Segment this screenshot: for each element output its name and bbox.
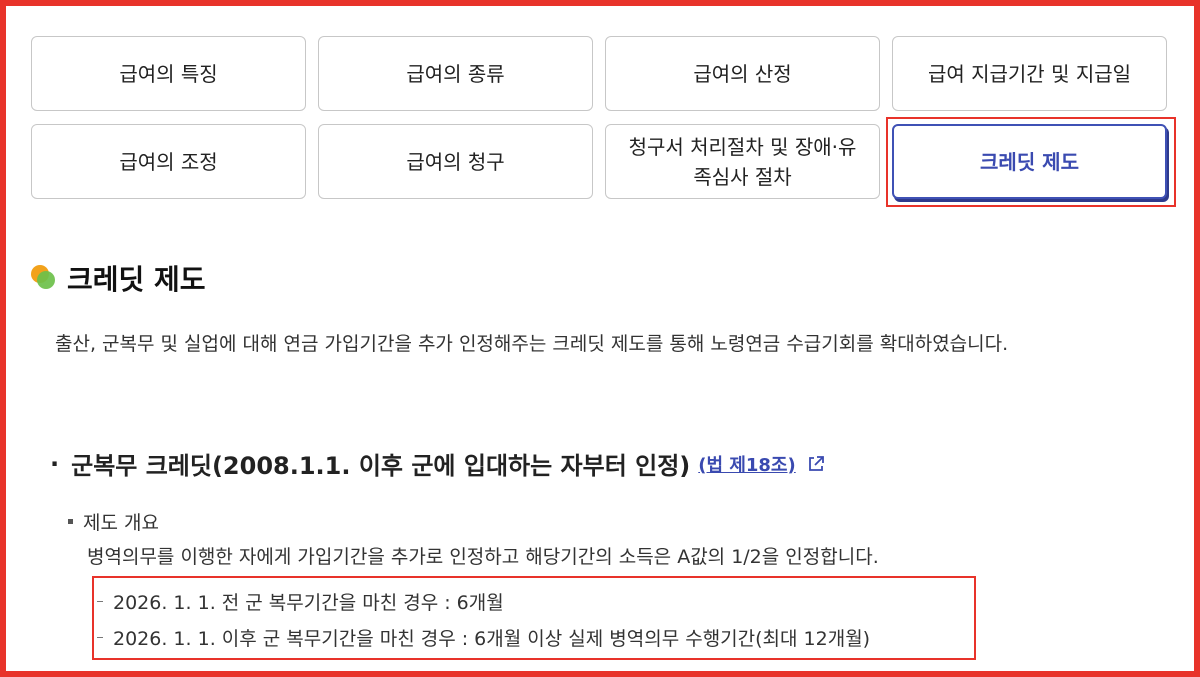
tab-label: 급여의 조정 — [119, 149, 218, 174]
dash-bullet-icon — [97, 601, 103, 602]
tab-benefit-adjustment[interactable]: 급여의 조정 — [31, 124, 306, 199]
overview-label-text: 제도 개요 — [83, 512, 159, 534]
benefit-tab-grid: 급여의 특징 급여의 종류 급여의 산정 급여 지급기간 및 지급일 급여의 조… — [31, 36, 1169, 199]
subsection-title: 군복무 크레딧(2008.1.1. 이후 군에 입대하는 자부터 인정) — [71, 452, 691, 480]
detail-item-text: 2026. 1. 1. 이후 군 복무기간을 마친 경우 : 6개월 이상 실제… — [113, 628, 871, 650]
overview-description: 병역의무를 이행한 자에게 가입기간을 추가로 인정하고 해당기간의 소득은 A… — [87, 546, 879, 568]
bullet-dots-icon — [31, 265, 57, 291]
square-bullet-icon — [68, 519, 73, 524]
tab-label: 급여의 청구 — [406, 149, 505, 174]
detail-item-text: 2026. 1. 1. 전 군 복무기간을 마친 경우 : 6개월 — [113, 592, 504, 614]
detail-item: 2026. 1. 1. 이후 군 복무기간을 마친 경우 : 6개월 이상 실제… — [97, 624, 870, 651]
tab-benefit-features[interactable]: 급여의 특징 — [31, 36, 306, 111]
tab-label: 급여의 종류 — [406, 61, 505, 86]
tab-payment-period[interactable]: 급여 지급기간 및 지급일 — [892, 36, 1167, 111]
tab-credit-system[interactable]: 크레딧 제도 — [892, 124, 1167, 199]
tab-label: 급여의 산정 — [693, 61, 792, 86]
dash-bullet-icon — [97, 637, 103, 638]
subsection-heading: · 군복무 크레딧(2008.1.1. 이후 군에 입대하는 자부터 인정) (… — [50, 446, 826, 481]
detail-item: 2026. 1. 1. 전 군 복무기간을 마친 경우 : 6개월 — [97, 588, 504, 615]
section-intro: 출산, 군복무 및 실업에 대해 연금 가입기간을 추가 인정해주는 크레딧 제… — [55, 333, 1009, 355]
section-title-text: 크레딧 제도 — [67, 263, 206, 296]
tab-label: 급여의 특징 — [119, 61, 218, 86]
law-article-link[interactable]: (법 제18조) — [698, 451, 795, 477]
tab-claim-procedure[interactable]: 청구서 처리절차 및 장애·유족심사 절차 — [605, 124, 880, 199]
tab-label: 크레딧 제도 — [980, 149, 1079, 174]
tab-label: 급여 지급기간 및 지급일 — [927, 61, 1132, 86]
heading-bullet: · — [50, 449, 60, 478]
tab-benefit-claim[interactable]: 급여의 청구 — [318, 124, 593, 199]
section-title: 크레딧 제도 — [31, 258, 206, 298]
tab-label: 청구서 처리절차 및 장애·유족심사 절차 — [628, 134, 857, 189]
external-link-icon[interactable] — [806, 454, 826, 474]
overview-label: 제도 개요 — [68, 508, 159, 535]
tab-benefit-calculation[interactable]: 급여의 산정 — [605, 36, 880, 111]
tab-benefit-types[interactable]: 급여의 종류 — [318, 36, 593, 111]
